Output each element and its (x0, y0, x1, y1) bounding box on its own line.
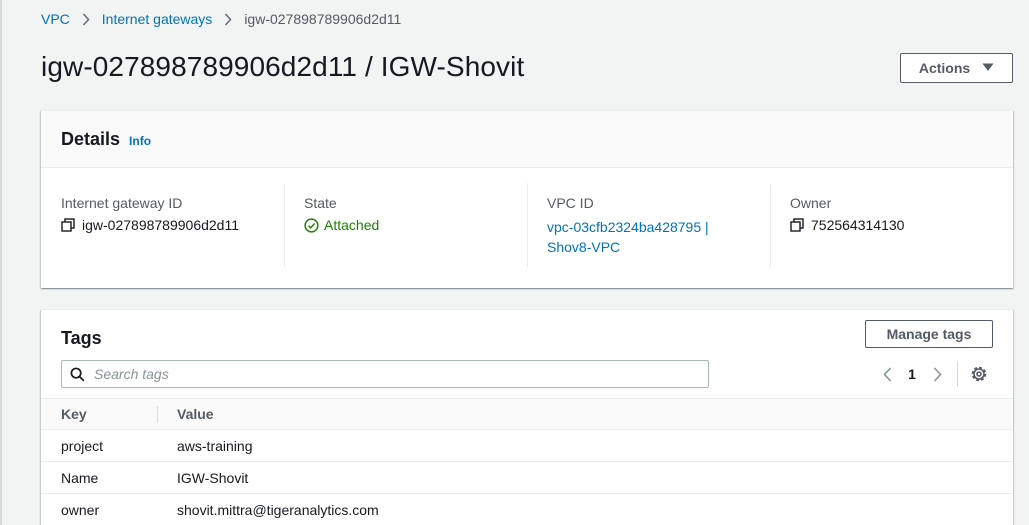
details-info-link[interactable]: Info (129, 134, 151, 148)
state-value: Attached (324, 217, 380, 233)
caret-down-icon (982, 61, 994, 75)
table-row: project aws-training (41, 429, 1013, 462)
vpc-id-link-line2: Shov8-VPC (547, 239, 621, 255)
state-field: State Attached (284, 183, 527, 269)
tags-panel: Tags Manage tags 1 Key Value (41, 309, 1013, 525)
column-header-key[interactable]: Key (41, 398, 157, 430)
vpc-id-field: VPC ID vpc-03cfb2324ba428795 | Shov8-VPC (527, 183, 770, 269)
details-header: Details Info (41, 111, 1013, 168)
copy-icon[interactable] (61, 218, 75, 232)
tag-key-cell: Name (41, 461, 157, 494)
chevron-left-icon[interactable] (875, 362, 899, 386)
tags-pagination: 1 (875, 361, 990, 387)
tags-table: Key Value project aws-training Name IGW-… (41, 398, 1013, 525)
search-tags-field[interactable] (61, 360, 709, 388)
owner-value: 752564314130 (811, 217, 905, 233)
table-row: Name IGW-Shovit (41, 461, 1013, 494)
gateway-id-label: Internet gateway ID (61, 195, 183, 211)
owner-field: Owner 752564314130 (770, 183, 1013, 269)
details-title: Details (61, 128, 121, 149)
vpc-id-link-line1: vpc-03cfb2324ba428795 | (547, 219, 709, 235)
table-header-row: Key Value (41, 398, 1013, 430)
search-icon (70, 367, 85, 381)
details-panel: Details Info Internet gateway ID igw-027… (41, 110, 1013, 288)
table-row: owner shovit.mittra@tigeranalytics.com (41, 493, 1013, 525)
tags-title: Tags (61, 328, 102, 348)
column-divider (157, 406, 158, 423)
gear-icon[interactable] (968, 363, 990, 385)
gateway-id-value: igw-027898789906d2d11 (82, 217, 239, 233)
owner-label: Owner (790, 195, 832, 211)
tag-value-cell: aws-training (157, 429, 1013, 462)
chevron-right-icon (224, 12, 232, 26)
chevron-right-icon[interactable] (925, 362, 949, 386)
page-title: igw-027898789906d2d11 / IGW-Shovit (41, 51, 525, 82)
tag-value-cell: IGW-Shovit (157, 461, 1013, 494)
actions-button-label: Actions (918, 60, 971, 76)
search-tags-input[interactable] (94, 366, 694, 382)
breadcrumb-vpc-link[interactable]: VPC (41, 11, 70, 27)
actions-dropdown-button[interactable]: Actions (900, 53, 1013, 83)
status-success-icon (304, 217, 319, 233)
tag-key-cell: owner (41, 493, 157, 525)
breadcrumb-internet-gateways-link[interactable]: Internet gateways (102, 11, 213, 27)
column-header-value-label: Value (177, 406, 214, 422)
tag-value-cell: shovit.mittra@tigeranalytics.com (157, 493, 1013, 525)
gateway-id-field: Internet gateway ID igw-027898789906d2d1… (41, 183, 284, 269)
pagination-divider (957, 361, 958, 387)
page-left-border (0, 0, 2, 525)
pagination-current-page[interactable]: 1 (899, 366, 925, 382)
vpc-id-link[interactable]: vpc-03cfb2324ba428795 | Shov8-VPC (547, 217, 750, 257)
chevron-right-icon (82, 12, 90, 26)
column-header-value[interactable]: Value (157, 398, 1013, 430)
copy-icon[interactable] (790, 218, 804, 232)
state-label: State (304, 195, 337, 211)
details-columns: Internet gateway ID igw-027898789906d2d1… (41, 168, 1013, 269)
breadcrumb: VPC Internet gateways igw-027898789906d2… (41, 10, 401, 28)
breadcrumb-current: igw-027898789906d2d11 (244, 11, 402, 27)
tag-key-cell: project (41, 429, 157, 462)
manage-tags-button[interactable]: Manage tags (865, 320, 993, 348)
vpc-id-label: VPC ID (547, 195, 594, 211)
